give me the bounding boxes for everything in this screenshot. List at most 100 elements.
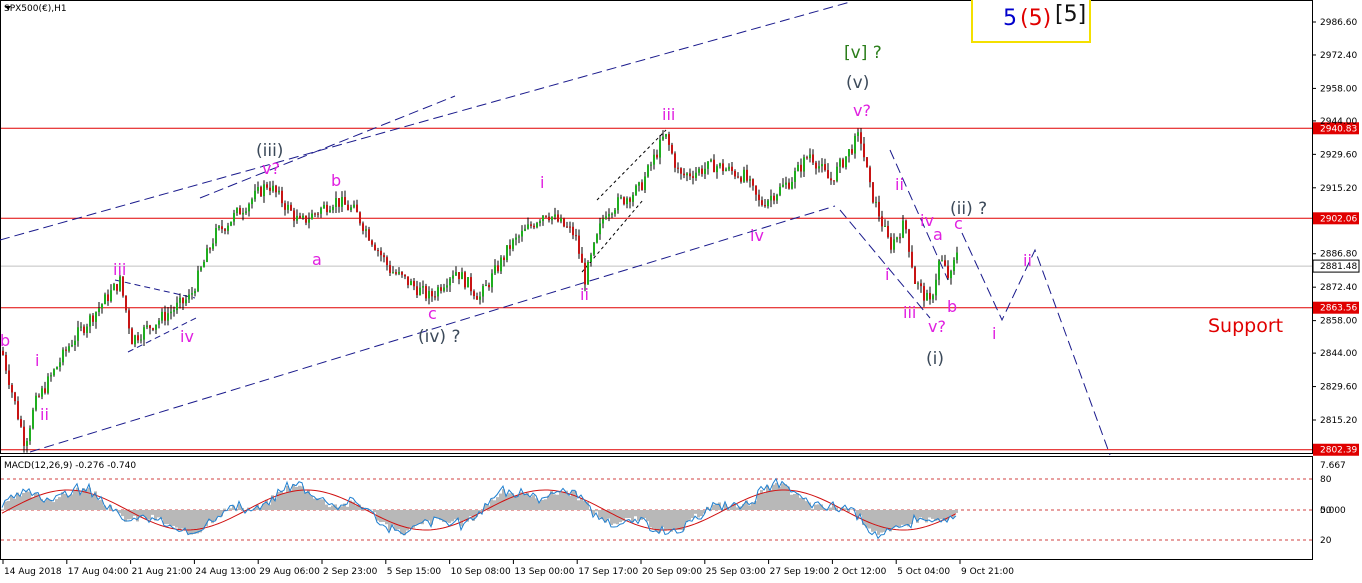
wave-label-a2: a [933, 225, 943, 244]
wave-label-iii3: iii [903, 303, 916, 322]
candle-body [266, 184, 268, 188]
candle-body [875, 201, 877, 203]
wave-label-paren-v: (v) [846, 73, 869, 93]
candle-body [587, 261, 589, 285]
candle-body [881, 216, 883, 227]
candle-body [746, 169, 748, 181]
candle-body [836, 166, 838, 182]
macd-bar [520, 492, 523, 510]
macd-bar [691, 510, 694, 519]
candle-body [563, 218, 565, 227]
candle-body [461, 272, 463, 280]
candle-body [647, 165, 649, 177]
candle-body [359, 212, 361, 224]
candle-body [599, 223, 601, 235]
macd-bar [769, 489, 772, 510]
candle-body [77, 327, 79, 341]
candle-body [74, 340, 76, 345]
time-tick-label: 29 Aug 06:00 [259, 567, 320, 577]
wave-label-b: b [0, 331, 10, 350]
candle-body [395, 272, 397, 274]
candle-body [620, 197, 622, 199]
candle-body [176, 302, 178, 311]
candle-body [806, 157, 808, 159]
candle-body [659, 139, 661, 158]
candle-body [41, 388, 43, 397]
macd-bar [673, 510, 676, 529]
macd-bar [382, 510, 385, 522]
candle-body [686, 173, 688, 176]
candle-body [485, 284, 487, 287]
candle-body [197, 270, 199, 292]
candle-body [830, 178, 832, 181]
candle-body [803, 157, 805, 172]
candle-body [104, 294, 106, 305]
macd-bar [547, 495, 550, 510]
candle-body [713, 159, 715, 173]
candle-body [143, 327, 145, 340]
macd-tick-label: 80 [1320, 475, 1332, 485]
candle-body [227, 225, 229, 231]
candle-body [692, 176, 694, 178]
candle-body [590, 254, 592, 262]
macd-bar [265, 499, 268, 510]
macd-bar [814, 504, 817, 510]
macd-bar [874, 510, 877, 531]
macd-bar [907, 510, 910, 527]
candle-body [365, 229, 367, 231]
candle-body [689, 173, 691, 177]
macd-bar [61, 492, 64, 510]
candle-body [179, 297, 181, 303]
candle-body [956, 252, 958, 261]
candle-body [362, 223, 364, 231]
symbol-label: SPX500(€),H1 [4, 4, 67, 14]
macd-bar [529, 496, 532, 510]
macd-bar [49, 500, 52, 510]
candle-body [923, 286, 925, 301]
candle-body [134, 335, 136, 345]
macd-bar [898, 510, 901, 527]
candle-body [896, 237, 898, 240]
macd-bar [424, 510, 427, 521]
main-chart-panel [0, 0, 1313, 454]
candle-body [701, 168, 703, 174]
price-tick-label: 2972.40 [1320, 51, 1357, 61]
macd-bar [598, 510, 601, 518]
macd-bar [649, 510, 652, 528]
macd-bar [79, 492, 82, 510]
candle-body [494, 265, 496, 274]
candle-body [440, 287, 442, 291]
candle-body [725, 169, 727, 172]
macd-bar [292, 484, 295, 510]
macd-bar [688, 510, 691, 520]
macd-bar [670, 510, 673, 532]
candle-body [878, 201, 880, 217]
candle-body [251, 199, 253, 205]
wave-label-c: c [428, 304, 437, 323]
candle-body [215, 228, 217, 244]
wave-label-iii2: iii [662, 105, 675, 124]
candle-body [551, 216, 553, 221]
macd-bar [919, 510, 922, 518]
candle-body [569, 226, 571, 228]
macd-bar [694, 510, 697, 514]
macd-bar [283, 493, 286, 510]
candle-body [125, 295, 127, 311]
candle-body [311, 213, 313, 220]
candle-body [467, 277, 469, 288]
candle-body [56, 366, 58, 370]
macd-bar [664, 510, 667, 531]
macd-bar [451, 510, 454, 522]
price-chart[interactable]: SPX500(€),H1 5 (5) [5] 2940.832902.06288… [0, 0, 1362, 583]
candle-body [575, 235, 577, 237]
candle-body [695, 172, 697, 178]
wave-box-5: 5 [1003, 6, 1017, 31]
candle-body [128, 310, 130, 329]
candle-body [779, 186, 781, 195]
candle-body [299, 215, 301, 219]
candle-body [920, 283, 922, 287]
candle-body [323, 204, 325, 209]
macd-bar [418, 510, 421, 524]
candle-body [545, 215, 547, 217]
candle-body [719, 163, 721, 167]
